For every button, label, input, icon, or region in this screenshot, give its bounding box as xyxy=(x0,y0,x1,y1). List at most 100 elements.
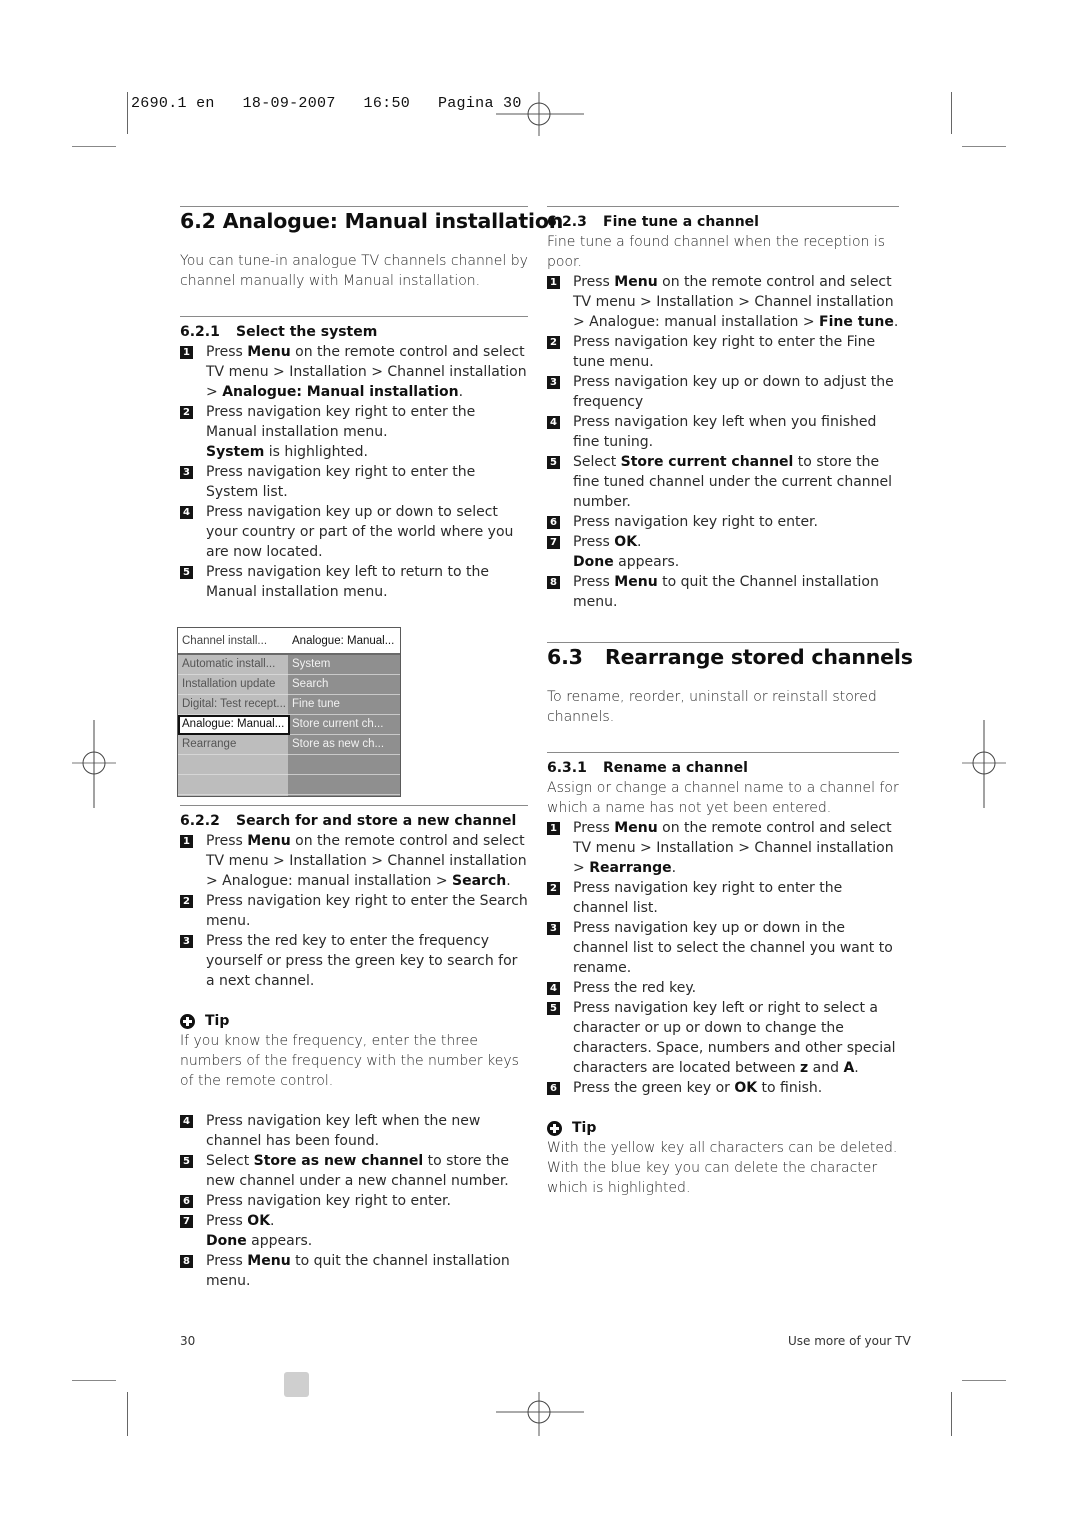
step-number-badge: 1 xyxy=(547,822,560,835)
step-result: Done appears. xyxy=(573,552,899,572)
step-emphasis: Rearrange xyxy=(589,860,672,876)
step-item: 5 Select Store current channel to store t… xyxy=(547,452,899,512)
step-number-badge: 2 xyxy=(180,895,193,908)
step-item: 4 Press navigation key left when you fini… xyxy=(547,412,899,452)
tv-menu-left-list: Automatic install... Installation update D… xyxy=(178,655,290,796)
step-text: Press the red key to enter the frequency… xyxy=(206,933,518,989)
section-heading-6-2: 6.2 Analogue: Manual installation xyxy=(180,208,563,234)
step-item: 2 Press navigation key right to enter the… xyxy=(180,891,528,931)
tv-menu-item xyxy=(178,755,288,775)
step-text: Press xyxy=(206,1213,248,1229)
step-number-badge: 4 xyxy=(547,416,560,429)
step-text: Press xyxy=(206,344,248,360)
crop-mark xyxy=(72,1380,116,1381)
step-number-badge: 4 xyxy=(180,1115,193,1128)
step-emphasis: Search xyxy=(452,873,507,889)
step-number-badge: 3 xyxy=(180,466,193,479)
section-title: Rearrange stored channels xyxy=(605,645,913,669)
step-item: 7 Press OK. Done appears. xyxy=(547,532,899,572)
step-item: 1 Press Menu on the remote control and se… xyxy=(180,342,528,402)
crop-mark xyxy=(127,92,128,134)
tv-menu-item xyxy=(178,775,288,795)
tv-submenu-item: Fine tune xyxy=(288,695,400,715)
crop-mark xyxy=(962,1380,1006,1381)
step-text: Press xyxy=(573,534,615,550)
tv-submenu-item: Store current ch... xyxy=(288,715,400,735)
step-number-badge: 6 xyxy=(547,516,560,529)
step-emphasis: Analogue: Manual installation xyxy=(222,384,459,400)
tv-submenu-item xyxy=(288,775,400,795)
section-intro: To rename, reorder, uninstall or reinsta… xyxy=(547,689,877,725)
subsection-number: 6.2.1 xyxy=(180,324,220,340)
subsection-title: Search for and store a new channel xyxy=(236,813,517,829)
crop-mark xyxy=(951,92,952,134)
step-text: . xyxy=(671,860,677,876)
step-item: 5 Press navigation key left or right to s… xyxy=(547,998,899,1078)
step-number-badge: 6 xyxy=(547,1082,560,1095)
step-item: 2 Press navigation key right to enter the… xyxy=(547,332,899,372)
registration-mark-icon xyxy=(962,720,1006,808)
step-text: Press navigation key left to return to t… xyxy=(206,564,489,600)
step-text: Press xyxy=(573,820,615,836)
step-item: 2 Press navigation key right to enter the… xyxy=(180,402,528,462)
step-text: Press xyxy=(573,574,615,590)
step-item: 1 Press Menu on the remote control and se… xyxy=(547,272,899,332)
subsection-title: Fine tune a channel xyxy=(603,214,759,230)
step-number-badge: 5 xyxy=(547,1002,560,1015)
tip-text: If you know the frequency, enter the thr… xyxy=(180,1033,519,1089)
step-text: . xyxy=(270,1213,275,1229)
subsection-rule xyxy=(180,316,528,317)
registration-mark-icon xyxy=(496,92,584,136)
step-item: 7 Press OK. Done appears. xyxy=(180,1211,528,1251)
step-emphasis: Menu xyxy=(614,274,658,290)
step-text: Press navigation key right to enter the … xyxy=(206,464,476,500)
thumb-tab xyxy=(284,1372,309,1397)
step-number-badge: 3 xyxy=(547,922,560,935)
step-text: . xyxy=(506,873,511,889)
tip-label: Tip xyxy=(205,1013,230,1029)
step-emphasis: Menu xyxy=(614,820,658,836)
step-item: 4 Press the red key. xyxy=(547,978,899,998)
step-number-badge: 7 xyxy=(547,536,560,549)
step-number-badge: 3 xyxy=(547,376,560,389)
section-title: Analogue: Manual installation xyxy=(222,209,564,233)
step-text: Press the red key. xyxy=(573,980,697,996)
step-text: Press navigation key right to enter. xyxy=(573,514,818,530)
tip-text: With the yellow key all characters can b… xyxy=(547,1140,898,1196)
step-text: appears. xyxy=(246,1233,313,1249)
tv-submenu-item: System xyxy=(288,655,400,675)
step-item: 8 Press Menu to quit the Channel installa… xyxy=(547,572,899,612)
left-column-lower: 6.2.2 Search for and store a new channel … xyxy=(180,805,528,1291)
subsection-heading-6-2-1: 6.2.1 Select the system xyxy=(180,322,528,342)
subsection-heading-6-3-1: 6.3.1 Rename a channel xyxy=(547,758,899,778)
step-text: and xyxy=(808,1060,844,1076)
steps-list: 4 Press navigation key left when the new … xyxy=(180,1111,528,1291)
step-emphasis: Done xyxy=(573,554,614,570)
tv-menu-right-list: System Search Fine tune Store current ch...… xyxy=(288,655,400,796)
step-item: 3 Press navigation key up or down to adju… xyxy=(547,372,899,412)
step-text: appears. xyxy=(613,554,680,570)
steps-list: 1 Press Menu on the remote control and se… xyxy=(180,342,528,602)
step-number-badge: 6 xyxy=(180,1195,193,1208)
step-item: 3 Press navigation key up or down in the … xyxy=(547,918,899,978)
step-text: to finish. xyxy=(757,1080,823,1096)
tip-heading: Tip xyxy=(547,1118,899,1138)
step-text: . xyxy=(893,314,899,330)
chapter-title: Use more of your TV xyxy=(788,1334,911,1348)
step-emphasis: OK xyxy=(734,1080,758,1096)
registration-mark-icon xyxy=(496,1392,584,1436)
step-number-badge: 8 xyxy=(547,576,560,589)
step-number-badge: 5 xyxy=(180,566,193,579)
step-number-badge: 1 xyxy=(547,276,560,289)
step-result: Done appears. xyxy=(206,1231,528,1251)
right-column: 6.2.3 Fine tune a channel Fine tune a fou… xyxy=(547,206,913,1198)
step-item: 1 Press Menu on the remote control and se… xyxy=(180,831,528,891)
step-emphasis: Done xyxy=(206,1233,247,1249)
step-text: Select xyxy=(573,454,621,470)
tv-menu-item: Automatic install... xyxy=(178,655,288,675)
print-slug: 2690.1 en 18-09-2007 16:50 Pagina 30 xyxy=(131,95,522,112)
tip-label: Tip xyxy=(572,1120,597,1136)
step-emphasis: Store current channel xyxy=(620,454,794,470)
step-text: . xyxy=(637,534,642,550)
step-number-badge: 4 xyxy=(180,506,193,519)
